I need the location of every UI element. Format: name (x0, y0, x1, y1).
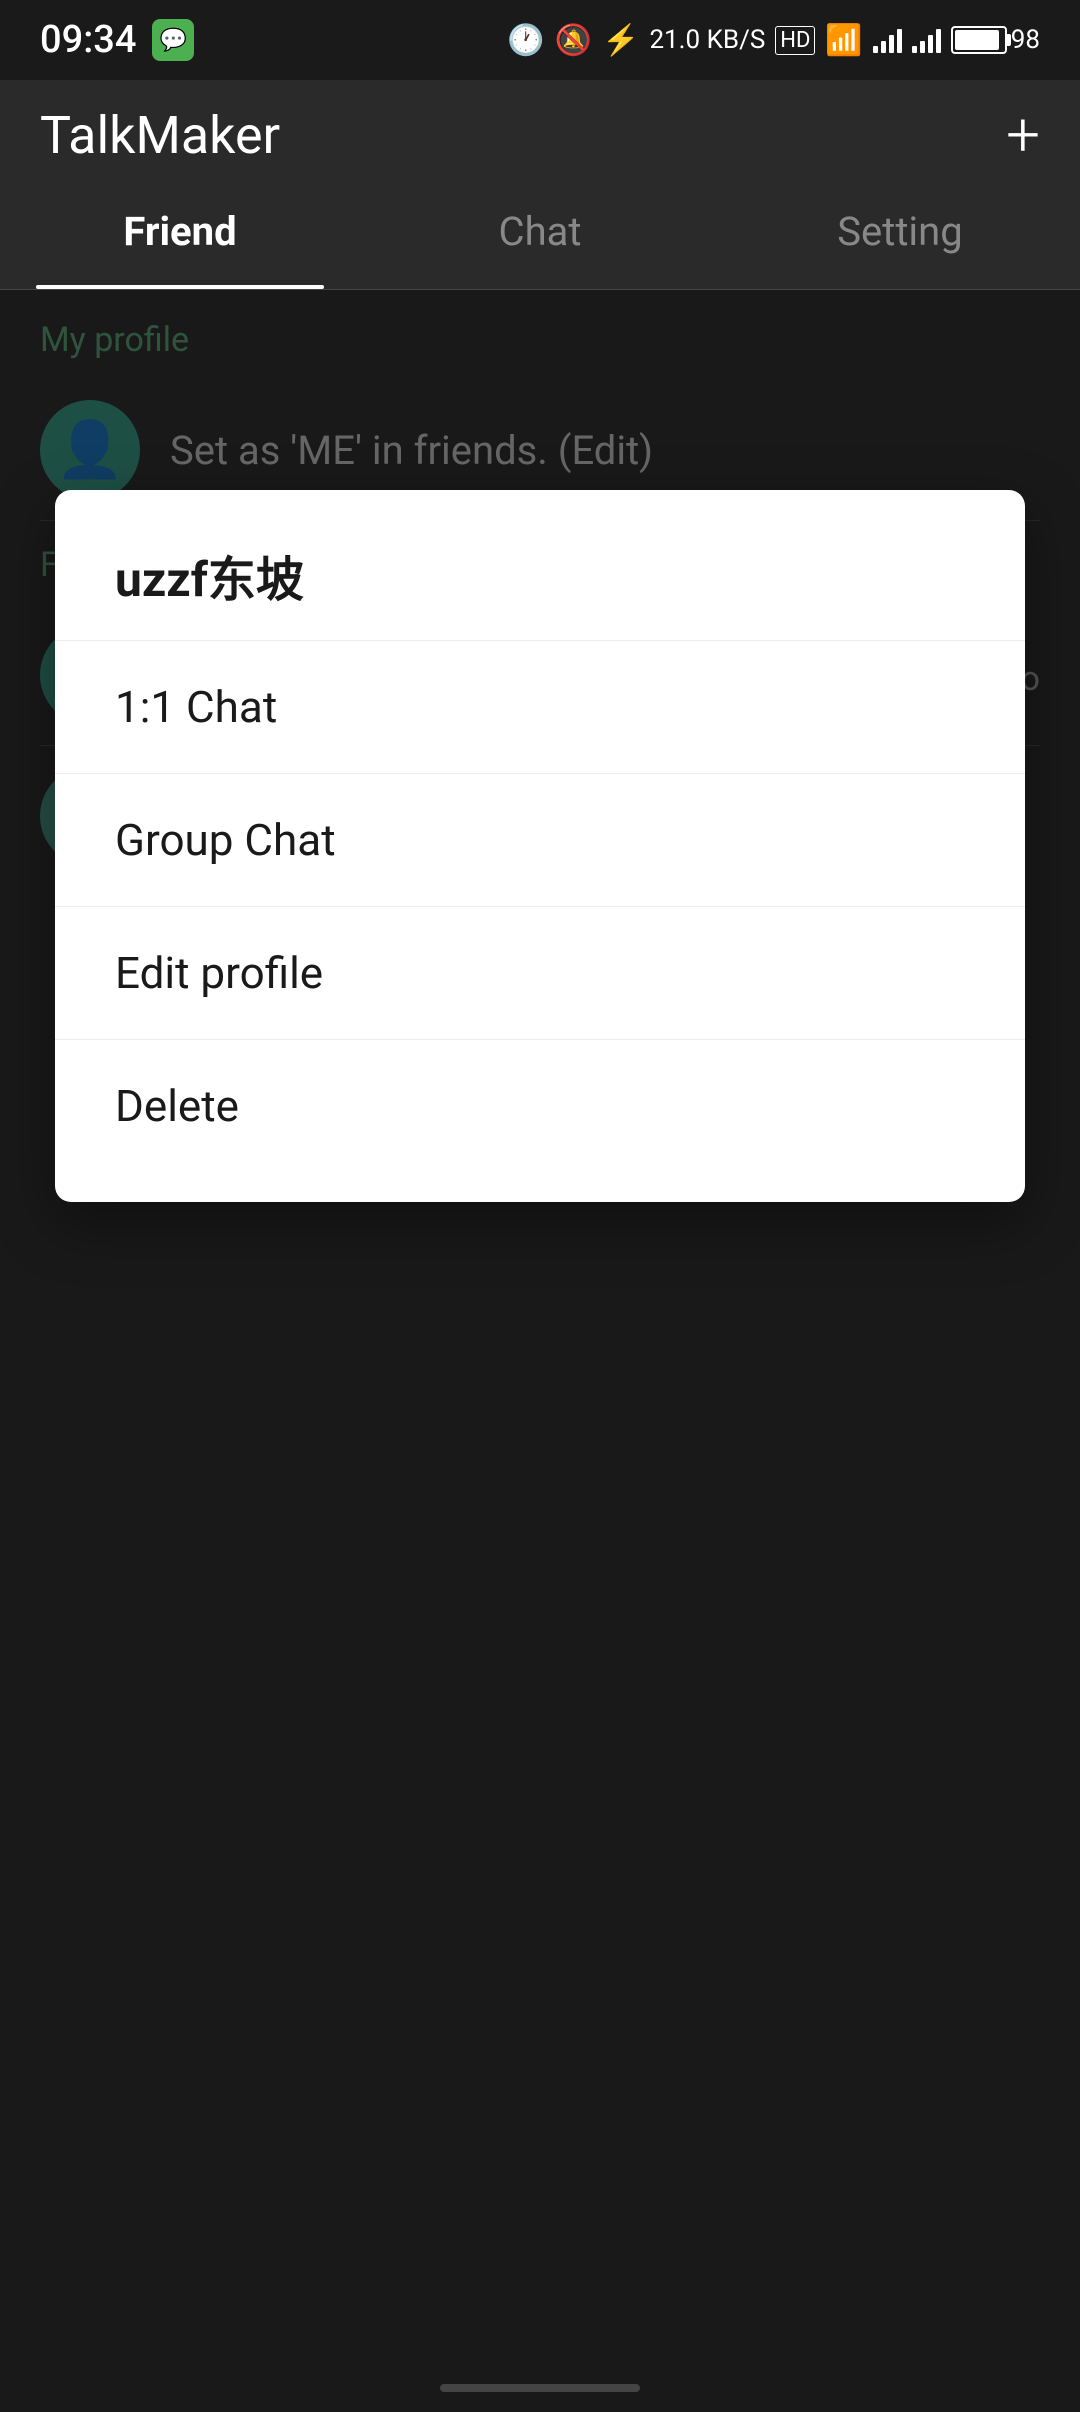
alarm-icon: 🕐 (507, 23, 544, 58)
battery-indicator: 98 (951, 25, 1040, 55)
signal-5g-icon (912, 27, 941, 53)
tab-chat[interactable]: Chat (360, 190, 720, 289)
tab-setting[interactable]: Setting (720, 190, 1080, 289)
mute-icon: 🔕 (555, 23, 592, 58)
menu-item-delete[interactable]: Delete (55, 1040, 1025, 1172)
status-right-icons: 🕐 🔕 ⚡ 21.0 KB/S HD 📶 (507, 23, 1040, 58)
app-title: TalkMaker (40, 105, 280, 166)
menu-item-group-chat[interactable]: Group Chat (55, 774, 1025, 906)
bluetooth-icon: ⚡ (602, 23, 639, 58)
signal-4g-icon (873, 27, 902, 53)
battery-level: 98 (1011, 25, 1040, 55)
status-time: 09:34 (40, 18, 136, 62)
tab-bar: Friend Chat Setting (0, 190, 1080, 290)
context-menu-title: uzzf东坡 (55, 520, 1025, 640)
wifi-icon: 📶 (825, 23, 862, 58)
menu-item-one-to-one-chat[interactable]: 1:1 Chat (55, 641, 1025, 773)
context-menu: uzzf东坡 1:1 Chat Group Chat Edit profile … (55, 490, 1025, 1202)
message-icon: 💬 (152, 19, 194, 61)
main-content: My profile 👤 Set as 'ME' in friends. (Ed… (0, 290, 1080, 2412)
tab-friend[interactable]: Friend (0, 190, 360, 289)
data-speed: 21.0 KB/S (649, 25, 765, 55)
add-button[interactable]: + (1006, 105, 1040, 165)
status-bar: 09:34 💬 🕐 🔕 ⚡ 21.0 KB/S HD 📶 (0, 0, 1080, 80)
hd-badge: HD (775, 26, 815, 55)
menu-item-edit-profile[interactable]: Edit profile (55, 907, 1025, 1039)
app-header: TalkMaker + (0, 80, 1080, 190)
